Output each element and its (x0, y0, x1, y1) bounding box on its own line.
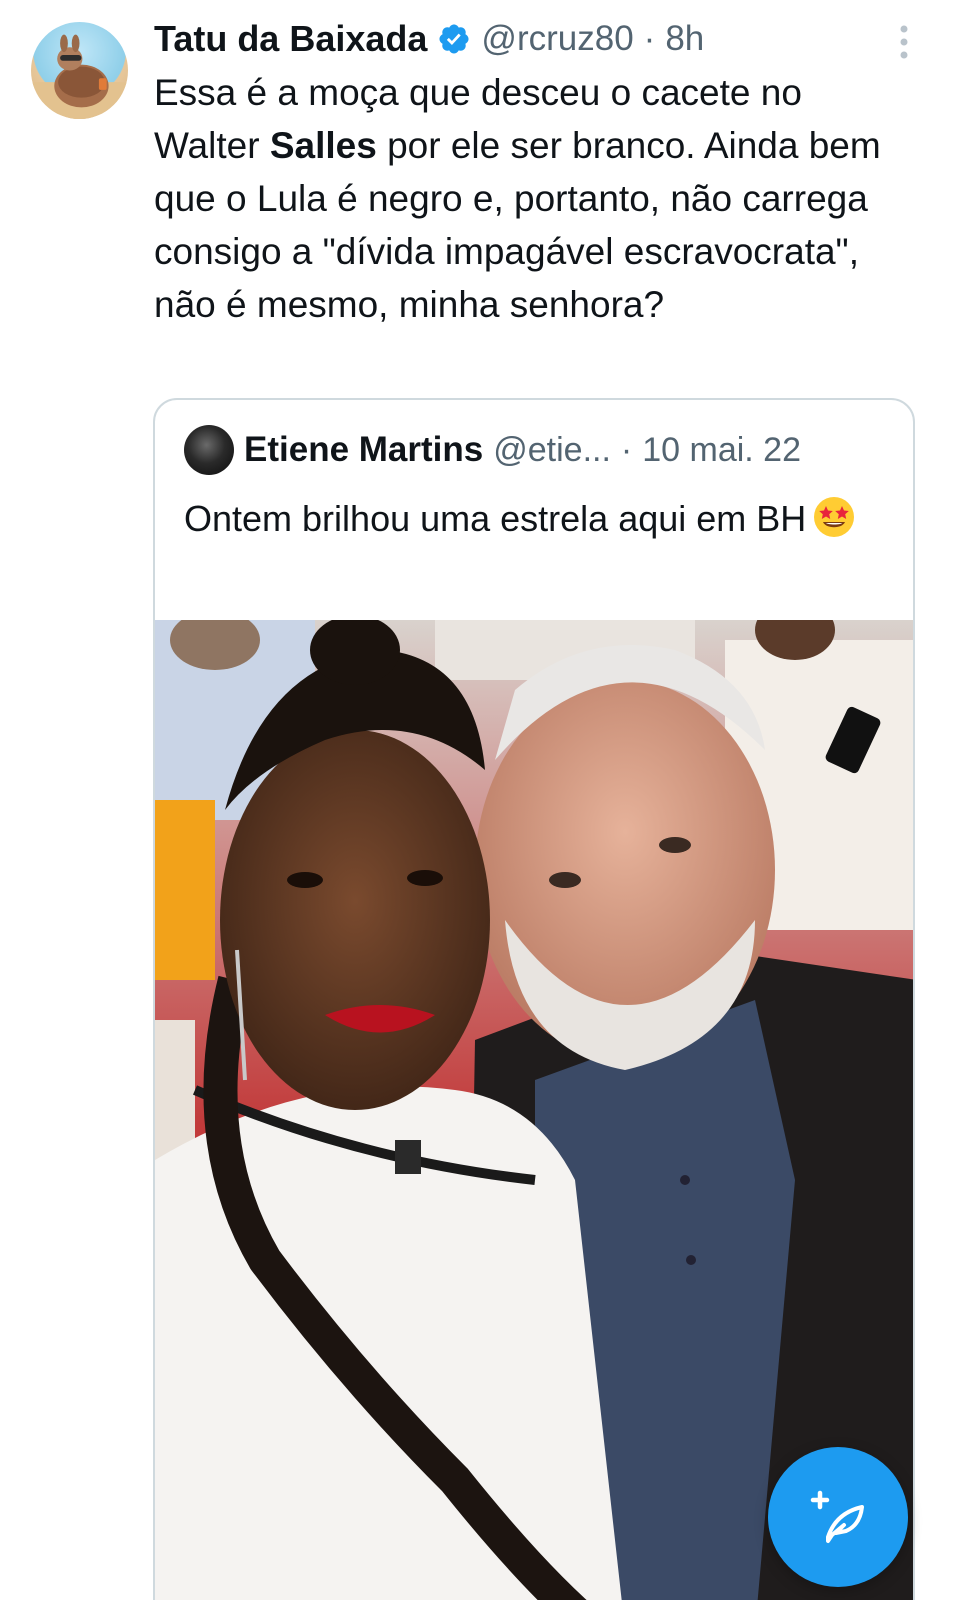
author-avatar[interactable] (31, 22, 128, 119)
quoted-tweet-photo[interactable] (155, 620, 913, 1600)
quoted-tweet-text-content: Ontem brilhou uma estrela aqui em BH (184, 498, 807, 539)
header-separator: · (643, 19, 656, 58)
author-display-name[interactable]: Tatu da Baixada (154, 18, 427, 60)
compose-tweet-button[interactable] (768, 1447, 908, 1587)
quoted-header-separator: · (620, 430, 633, 469)
quoted-tweet-date[interactable]: 10 mai. 22 (642, 431, 801, 470)
tweet-timestamp[interactable]: 8h (665, 19, 704, 59)
tweet-header: Tatu da Baixada @rcruz80 · 8h (154, 14, 704, 64)
quoted-author-display-name[interactable]: Etiene Martins (244, 430, 483, 470)
star-struck-emoji-icon (814, 497, 855, 537)
selfie-photo (155, 620, 913, 1600)
author-handle[interactable]: @rcruz80 (481, 19, 633, 59)
tweet-text: Essa é a moça que desceu o cacete no Wal… (154, 66, 914, 331)
quoted-author-handle[interactable]: @etie... (493, 431, 611, 470)
tweet[interactable]: Tatu da Baixada @rcruz80 · 8h Essa é a m… (0, 0, 963, 1600)
tweet-text-bold: Salles (269, 125, 377, 166)
more-options-icon[interactable] (897, 24, 911, 60)
armadillo-avatar-icon (31, 34, 128, 119)
quoted-author-avatar[interactable] (184, 425, 234, 475)
quoted-tweet-text: Ontem brilhou uma estrela aqui em BH (184, 492, 884, 545)
quoted-tweet-card[interactable]: Etiene Martins @etie... · 10 mai. 22 Ont… (153, 398, 915, 1600)
quoted-tweet-header: Etiene Martins @etie... · 10 mai. 22 (184, 425, 801, 475)
verified-badge-icon[interactable] (437, 22, 471, 56)
compose-tweet-icon (810, 1490, 864, 1543)
